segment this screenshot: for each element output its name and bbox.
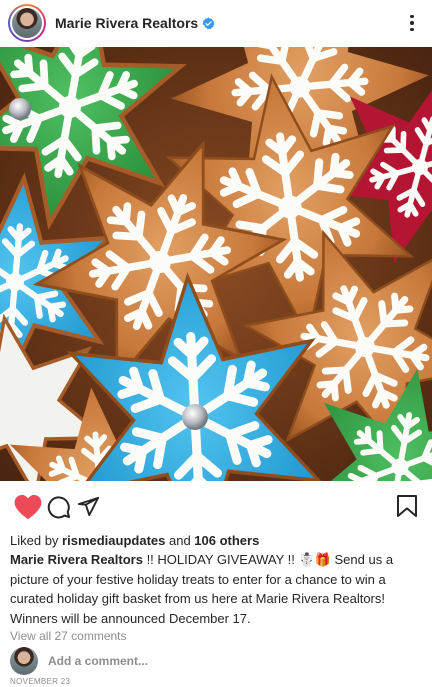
- post-date: NOVEMBER 23: [10, 677, 71, 686]
- caption-author-link[interactable]: Marie Rivera Realtors: [10, 552, 143, 567]
- view-all-comments-link[interactable]: View all 27 comments: [10, 629, 127, 643]
- post-actions-bar: [0, 488, 432, 524]
- post-text: Liked by rismediaupdates and 106 others …: [10, 531, 424, 628]
- avatar-photo: [12, 8, 42, 38]
- likes-count-link[interactable]: 106 others: [194, 533, 259, 548]
- post-header: Marie Rivera Realtors: [0, 0, 432, 46]
- post-caption: Marie Rivera Realtors !! HOLIDAY GIVEAWA…: [10, 550, 424, 628]
- heart-icon[interactable]: [14, 494, 42, 520]
- viewer-avatar: [10, 647, 38, 675]
- holiday-cookies-photo: [0, 47, 432, 481]
- add-comment-row: Add a comment...: [10, 647, 148, 675]
- more-options-icon[interactable]: [402, 11, 422, 35]
- paper-plane-icon[interactable]: [77, 495, 100, 518]
- post-image[interactable]: [0, 47, 432, 481]
- likes-line: Liked by rismediaupdates and 106 others: [10, 533, 260, 548]
- bookmark-icon[interactable]: [396, 494, 418, 518]
- liked-by-user-link[interactable]: rismediaupdates: [62, 533, 165, 548]
- add-comment-input[interactable]: Add a comment...: [48, 654, 148, 668]
- verified-badge-icon: [202, 17, 215, 29]
- post-author-name[interactable]: Marie Rivera Realtors: [55, 15, 198, 31]
- comment-icon[interactable]: [47, 495, 71, 519]
- profile-avatar[interactable]: [8, 4, 46, 42]
